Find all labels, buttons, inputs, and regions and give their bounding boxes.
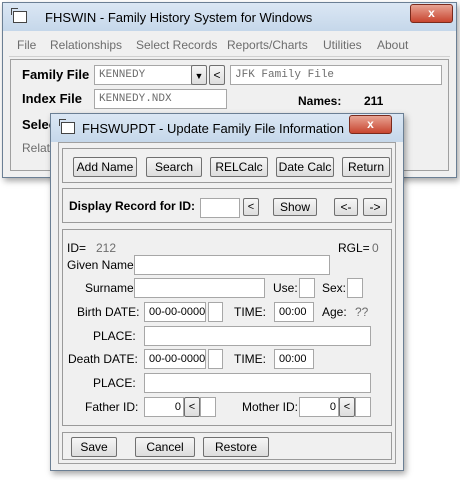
use-input[interactable]	[299, 278, 315, 298]
dialog-titlebar[interactable]: FHSWUPDT - Update Family File Informatio…	[51, 114, 403, 142]
surname-label: Surname:	[85, 281, 138, 295]
dialog-title: FHSWUPDT - Update Family File Informatio…	[82, 121, 344, 136]
death-time-label: TIME:	[234, 352, 266, 366]
display-record-label: Display Record for ID:	[69, 199, 196, 213]
main-window-title: FHSWIN - Family History System for Windo…	[45, 10, 313, 25]
names-count-label: Names:	[298, 94, 342, 108]
family-file-description[interactable]: JFK Family File	[230, 65, 442, 85]
menu-select-records[interactable]: Select Records	[136, 38, 217, 52]
toolbar-group: Add Name Search RELCalc Date Calc Return	[62, 148, 392, 183]
id-label: ID=	[67, 241, 87, 255]
death-place-input[interactable]	[144, 373, 371, 393]
mother-id-label: Mother ID:	[242, 400, 299, 414]
index-file-label: Index File	[22, 91, 82, 106]
dialog-client-area: Add Name Search RELCalc Date Calc Return…	[58, 142, 396, 464]
main-titlebar[interactable]: FHSWIN - Family History System for Windo…	[3, 3, 456, 31]
birth-date-input[interactable]: 00-00-0000	[144, 302, 206, 322]
app-icon	[13, 11, 27, 23]
chevron-left-icon: <	[247, 201, 255, 213]
display-prev-button[interactable]: <	[243, 198, 259, 216]
names-count-value: 211	[364, 94, 384, 108]
death-time-input[interactable]: 00:00	[274, 349, 314, 369]
chevron-left-icon: <	[188, 401, 196, 413]
action-buttons-group: Save Cancel Restore	[62, 432, 392, 460]
menu-file[interactable]: File	[17, 38, 36, 52]
rgl-value: 0	[372, 241, 379, 255]
birth-time-label: TIME:	[234, 305, 266, 319]
surname-input[interactable]	[134, 278, 265, 298]
cancel-button[interactable]: Cancel	[135, 437, 195, 457]
show-button[interactable]: Show	[273, 198, 317, 216]
save-button[interactable]: Save	[71, 437, 117, 457]
relationship-partial-label: Relat	[22, 141, 51, 155]
menu-utilities[interactable]: Utilities	[323, 38, 362, 52]
mother-id-input[interactable]: 0	[299, 397, 339, 417]
add-name-button[interactable]: Add Name	[73, 157, 137, 177]
father-id-extra[interactable]	[200, 397, 216, 417]
father-id-input[interactable]: 0	[144, 397, 184, 417]
family-file-dropdown-button[interactable]: ▼	[191, 65, 207, 85]
dialog-app-icon	[61, 122, 75, 134]
date-calc-button[interactable]: Date Calc	[276, 157, 334, 177]
family-file-prev-button[interactable]: <	[209, 65, 225, 85]
age-label: Age:	[322, 305, 347, 319]
display-record-group: Display Record for ID: < Show <- ->	[62, 188, 392, 223]
id-value: 212	[96, 241, 117, 255]
family-file-select[interactable]: KENNEDY	[94, 65, 192, 85]
birth-place-input[interactable]	[144, 326, 371, 346]
birth-date-qualifier[interactable]	[208, 302, 223, 322]
main-close-button[interactable]: x	[410, 4, 453, 23]
dialog-close-button[interactable]: x	[349, 115, 392, 134]
search-button[interactable]: Search	[146, 157, 202, 177]
rgl-label: RGL=	[338, 241, 370, 255]
chevron-left-icon: <	[343, 401, 351, 413]
sex-label: Sex:	[322, 281, 347, 295]
index-file-field[interactable]: KENNEDY.NDX	[94, 89, 227, 109]
menu-bar: File Relationships Select Records Report…	[9, 35, 450, 57]
return-button[interactable]: Return	[342, 157, 390, 177]
death-place-label: PLACE:	[93, 376, 136, 390]
restore-button[interactable]: Restore	[203, 437, 269, 457]
given-name-input[interactable]	[134, 255, 330, 275]
father-id-label: Father ID:	[85, 400, 139, 414]
next-record-button[interactable]: ->	[363, 198, 387, 216]
menu-reports-charts[interactable]: Reports/Charts	[227, 38, 308, 52]
mother-id-extra[interactable]	[355, 397, 371, 417]
chevron-down-icon: ▼	[194, 71, 204, 81]
use-label: Use:	[273, 281, 298, 295]
age-value: ??	[355, 305, 369, 319]
birth-time-input[interactable]: 00:00	[274, 302, 314, 322]
update-dialog: FHSWUPDT - Update Family File Informatio…	[50, 113, 404, 471]
sex-input[interactable]	[347, 278, 363, 298]
display-record-id-input[interactable]	[200, 198, 240, 218]
death-date-label: Death DATE:	[68, 352, 138, 366]
birth-place-label: PLACE:	[93, 329, 136, 343]
given-name-label: Given Name:	[67, 258, 138, 272]
previous-record-button[interactable]: <-	[334, 198, 358, 216]
mother-id-prev-button[interactable]: <	[339, 397, 355, 417]
menu-about[interactable]: About	[377, 38, 408, 52]
family-file-label: Family File	[22, 67, 90, 82]
relcalc-button[interactable]: RELCalc	[210, 157, 268, 177]
death-date-input[interactable]: 00-00-0000	[144, 349, 206, 369]
death-date-qualifier[interactable]	[208, 349, 223, 369]
birth-date-label: Birth DATE:	[77, 305, 140, 319]
menu-relationships[interactable]: Relationships	[50, 38, 122, 52]
chevron-left-icon: <	[213, 68, 221, 82]
father-id-prev-button[interactable]: <	[184, 397, 200, 417]
record-details-group: ID= 212 RGL= 0 Given Name: Surname: Use:…	[62, 229, 392, 426]
